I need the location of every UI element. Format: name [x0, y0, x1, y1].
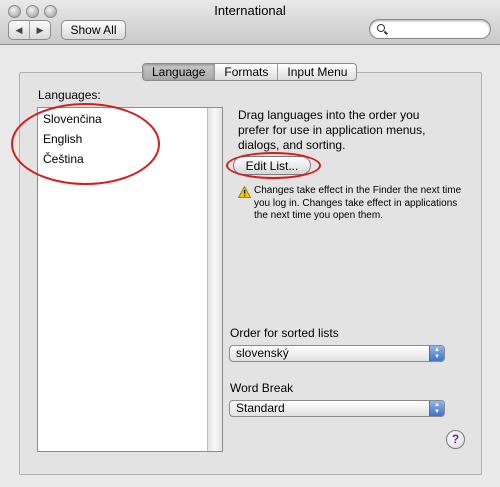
preferences-window: International ◀ ▶ Show All Language Form…: [0, 0, 500, 487]
tab-bar: Language Formats Input Menu: [142, 63, 358, 81]
list-item[interactable]: Čeština: [43, 152, 84, 166]
languages-list[interactable]: Slovenčina English Čeština: [37, 107, 223, 452]
list-scrollbar[interactable]: [207, 108, 222, 451]
search-field[interactable]: [369, 19, 491, 39]
edit-list-button[interactable]: Edit List...: [233, 156, 311, 175]
sort-order-label: Order for sorted lists: [230, 326, 339, 340]
tab-input-menu[interactable]: Input Menu: [277, 64, 356, 80]
word-break-label: Word Break: [230, 381, 294, 395]
forward-arrow-icon: ▶: [36, 24, 44, 35]
sort-order-select[interactable]: slovenský ▲ ▼: [229, 345, 445, 362]
title-bar: International ◀ ▶ Show All: [0, 0, 500, 45]
popup-arrows-icon: ▲ ▼: [429, 346, 444, 361]
warning-icon: [238, 186, 251, 198]
back-button[interactable]: ◀: [9, 21, 29, 39]
restart-note: Changes take effect in the Finder the ne…: [254, 185, 462, 221]
word-break-select[interactable]: Standard ▲ ▼: [229, 400, 445, 417]
help-button[interactable]: ?: [446, 430, 465, 449]
languages-label: Languages:: [38, 88, 101, 102]
back-arrow-icon: ◀: [15, 24, 23, 35]
search-icon: [377, 24, 385, 32]
navigation-buttons: ◀ ▶: [8, 20, 51, 40]
word-break-value: Standard: [236, 401, 285, 415]
tab-formats[interactable]: Formats: [214, 64, 277, 80]
list-item[interactable]: Slovenčina: [43, 112, 102, 126]
popup-arrows-icon: ▲ ▼: [429, 401, 444, 416]
tab-language[interactable]: Language: [143, 64, 215, 80]
sort-order-value: slovenský: [236, 346, 289, 360]
list-item[interactable]: English: [43, 132, 82, 146]
drag-description: Drag languages into the order you prefer…: [238, 108, 426, 152]
window-title: International: [214, 3, 286, 18]
show-all-button[interactable]: Show All: [61, 20, 126, 40]
forward-button[interactable]: ▶: [29, 21, 50, 39]
